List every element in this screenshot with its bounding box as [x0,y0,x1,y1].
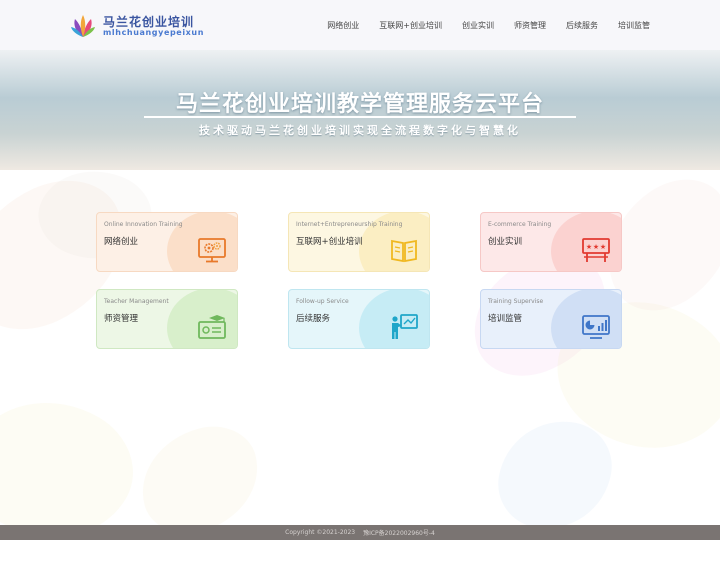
card-online-innovation[interactable]: Online Innovation Training 网络创业 [96,212,238,272]
nav-item-ecommerce-training[interactable]: 创业实训 [462,20,494,31]
card-teacher-management[interactable]: Teacher Management 师资管理 [96,289,238,349]
card-follow-up-service[interactable]: Follow-up Service 后续服务 [288,289,430,349]
card-title: 互联网+创业培训 [296,237,363,247]
main-nav: 网络创业 互联网+创业培训 创业实训 师资管理 后续服务 培训监管 [307,0,650,50]
brand-logo[interactable]: 马兰花创业培训 mlhchuangyepeixun [70,11,203,41]
card-title: 创业实训 [488,237,523,247]
card-title: 后续服务 [296,314,331,324]
book-icon [391,239,417,263]
page-footer: Copyright ©2021-2023 豫ICP备2022002960号-4 [0,525,720,540]
footer-icp-link[interactable]: 豫ICP备2022002960号-4 [363,528,435,537]
nav-item-training-supervise[interactable]: 培训监管 [618,20,650,31]
card-training-supervise[interactable]: Training Supervise 培训监管 [480,289,622,349]
svg-text:★: ★ [586,243,592,251]
card-english-title: E-commerce Training [488,221,552,228]
hero-title: 马兰花创业培训教学管理服务云平台 [175,92,544,117]
card-english-title: Training Supervise [488,298,544,305]
brand-name-english: mlhchuangyepeixun [103,28,205,37]
top-header: 马兰花创业培训 mlhchuangyepeixun 网络创业 互联网+创业培训 … [0,0,720,51]
card-title: 培训监管 [488,314,523,324]
graduation-certificate-icon [198,315,226,339]
footer-copyright: Copyright ©2021-2023 [285,529,356,536]
hero-subtitle: 技术驱动马兰花创业培训实现全流程数字化与智慧化 [199,124,521,137]
computer-gears-icon [198,238,226,263]
flower-logo-icon [71,15,95,37]
hero-divider [144,116,576,118]
card-title: 网络创业 [104,237,139,247]
nav-item-teacher-management[interactable]: 师资管理 [514,20,546,31]
presenter-board-icon [392,314,418,339]
card-english-title: Follow-up Service [296,298,349,305]
nav-item-follow-up-service[interactable]: 后续服务 [566,20,598,31]
svg-text:★: ★ [600,243,606,251]
analytics-monitor-icon [582,315,610,339]
card-english-title: Internet+Entrepreneurship Training [296,221,403,228]
hero-banner: 马兰花创业培训教学管理服务云平台 技术驱动马兰花创业培训实现全流程数字化与智慧化 [0,50,720,170]
rating-board-icon: ★ ★ ★ [582,238,610,262]
nav-item-online-innovation[interactable]: 网络创业 [327,20,359,31]
card-english-title: Online Innovation Training [104,221,183,228]
card-ecommerce-training[interactable]: E-commerce Training 创业实训 ★ ★ ★ [480,212,622,272]
card-internet-entrepreneurship[interactable]: Internet+Entrepreneurship Training 互联网+创… [288,212,430,272]
nav-item-internet-entrepreneurship[interactable]: 互联网+创业培训 [379,20,442,31]
card-english-title: Teacher Management [104,298,169,305]
card-title: 师资管理 [104,314,139,324]
svg-text:★: ★ [593,243,599,251]
